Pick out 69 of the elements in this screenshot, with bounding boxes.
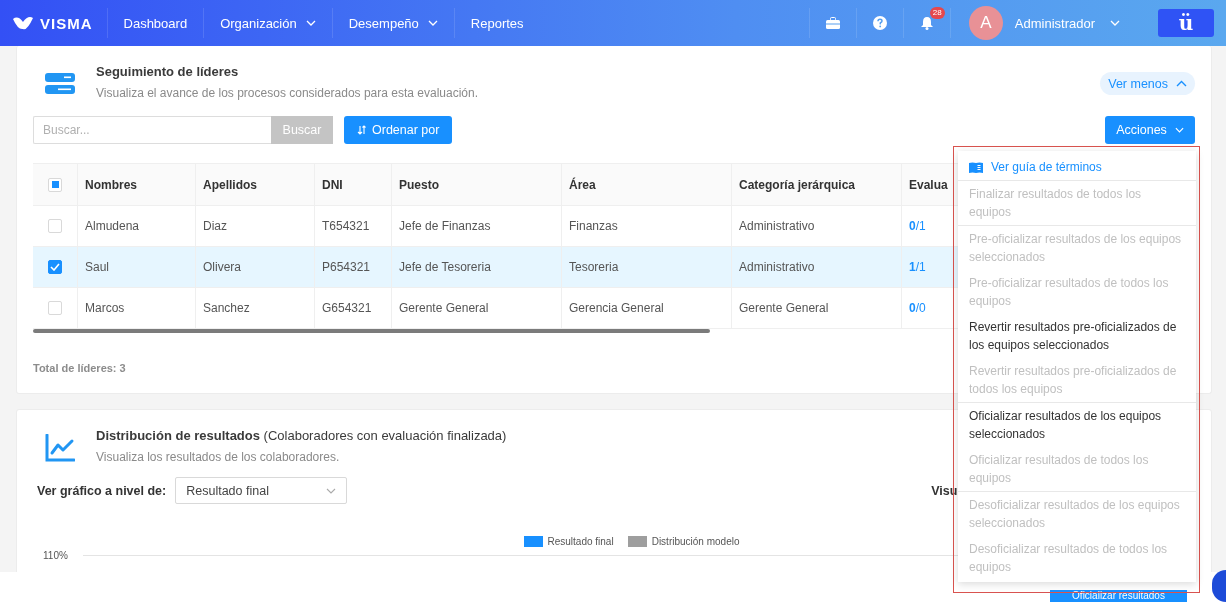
total-count: Total de líderes: 3: [33, 362, 126, 374]
column-header: Área: [561, 164, 731, 205]
sort-icon: [357, 125, 367, 135]
table-row[interactable]: Almudena Diaz T654321 Jefe de Finanzas Finanzas Administrativo 0/1: [33, 206, 958, 247]
help-icon[interactable]: [872, 16, 887, 30]
scrollbar[interactable]: [33, 329, 710, 333]
chevron-up-icon: [1176, 80, 1187, 87]
section-title: Seguimiento de líderes: [96, 64, 240, 79]
table-cell: T654321: [314, 206, 391, 246]
bell-icon[interactable]: [920, 16, 933, 30]
app-button[interactable]: ü: [1158, 9, 1214, 37]
column-header: Nombres: [77, 164, 195, 205]
column-header: Categoría jerárquica: [731, 164, 901, 205]
table-row[interactable]: Marcos Sanchez G654321 Gerente General Gerencia General Gerente General 0/0: [33, 288, 958, 329]
select-all-checkbox[interactable]: [48, 177, 62, 192]
table-cell: G654321: [314, 288, 391, 328]
logo-icon: [12, 16, 34, 30]
nav-link[interactable]: Dashboard: [107, 15, 204, 31]
user-name[interactable]: Administrador: [1014, 15, 1095, 31]
menu-item[interactable]: Oficializar resultados de los equipos seleccionados: [958, 403, 1196, 447]
table-cell: Gerente General: [731, 288, 901, 328]
table-row[interactable]: Saul Olivera P654321 Jefe de Tesoreria Tesoreria Administrativo 1/1: [33, 247, 958, 288]
collapse-toggle[interactable]: Ver menos: [1100, 72, 1195, 95]
row-checkbox[interactable]: [48, 260, 62, 274]
table-cell: Marcos: [77, 288, 195, 328]
briefcase-icon[interactable]: [825, 17, 840, 29]
logo-text: VISMA: [40, 14, 93, 32]
table-cell: Saul: [77, 247, 195, 287]
legend-label: Distribución modelo: [651, 536, 740, 547]
table-cell: Diaz: [195, 206, 314, 246]
actions-button[interactable]: Acciones: [1105, 116, 1195, 144]
notification-badge: 28: [929, 7, 945, 19]
search-field[interactable]: Buscar...: [33, 116, 271, 144]
column-header: DNI: [314, 164, 391, 205]
table-cell: Jefe de Tesoreria: [391, 247, 561, 287]
section-subtitle: Visualiza el avance de los procesos considerados para esta evaluación.: [96, 86, 478, 100]
server-icon: [45, 73, 75, 95]
field-label: Ver gráfico a nivel de:: [37, 483, 167, 498]
line-chart-icon: [45, 434, 75, 462]
menu-item[interactable]: Revertir resultados pre-oficializados de los equipos seleccionados: [958, 314, 1196, 358]
level-select[interactable]: Resultado final: [175, 477, 348, 504]
column-header: Apellidos: [195, 164, 314, 205]
nav-link[interactable]: Reportes: [454, 15, 540, 31]
table-cell: Tesoreria: [561, 247, 731, 287]
table-cell: Sanchez: [195, 288, 314, 328]
column-header: Puesto: [391, 164, 561, 205]
legend-label: Resultado final: [547, 536, 614, 547]
section-subtitle: Visualiza los resultados de los colaboradores.: [96, 450, 341, 464]
nav-link[interactable]: Organización: [204, 15, 332, 31]
table-cell: Administrativo: [731, 247, 901, 287]
chevron-down-icon[interactable]: [1110, 20, 1120, 26]
menu-link[interactable]: Ver guía de términos: [958, 154, 1196, 180]
user-avatar[interactable]: A: [968, 6, 1003, 40]
table-cell: Administrativo: [731, 206, 901, 246]
section-title: Distribución de resultados (Colaboradores con evaluación finalizada): [96, 428, 507, 443]
table-cell: Olivera: [195, 247, 314, 287]
book-icon: [969, 161, 983, 173]
table-cell: Jefe de Finanzas: [391, 206, 561, 246]
sort-button[interactable]: Ordenar por: [344, 116, 453, 144]
nav-link[interactable]: Desempeño: [332, 15, 454, 31]
table-cell: Almudena: [77, 206, 195, 246]
axis-tick-label: 110%: [43, 550, 69, 561]
search-button[interactable]: Buscar: [271, 116, 333, 144]
table-cell: Gerente General: [391, 288, 561, 328]
chevron-down-icon: [1174, 127, 1184, 133]
chevron-down-icon: [326, 487, 337, 494]
table-cell: Finanzas: [561, 206, 731, 246]
table-cell: P654321: [314, 247, 391, 287]
table-cell: Gerencia General: [561, 288, 731, 328]
